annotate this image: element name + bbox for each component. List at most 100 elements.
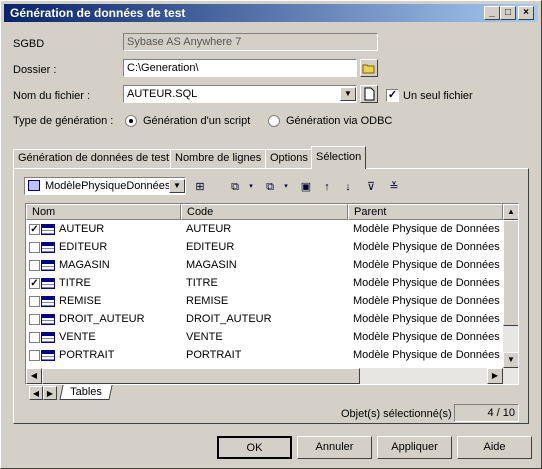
close-button[interactable]: × <box>518 6 534 20</box>
column-header-nom[interactable]: Nom <box>26 204 181 220</box>
annuler-button[interactable]: Annuler <box>297 436 372 459</box>
row-parent: Modèle Physique de Données 'M <box>353 295 503 307</box>
row-code: TITRE <box>186 277 218 289</box>
row-nom: TITRE <box>59 277 91 289</box>
sheet-tab-label: Tables <box>70 386 102 398</box>
row-checkbox[interactable] <box>29 260 40 271</box>
table-row[interactable]: EDITEUR EDITEUR Modèle Physique de Donné… <box>26 239 503 257</box>
radio-script[interactable] <box>125 115 137 127</box>
select-all-icon[interactable]: ⧉ <box>227 179 243 195</box>
row-checkbox[interactable] <box>29 350 40 361</box>
sgbd-label: SGBD <box>13 38 45 50</box>
tab-options[interactable]: Options <box>265 149 313 168</box>
row-checkbox[interactable]: ✓ <box>29 224 40 235</box>
arrow-left-icon: ◀ <box>30 371 38 380</box>
un-seul-fichier-checkbox[interactable]: ✓ <box>386 89 399 102</box>
vertical-scrollbar[interactable]: ▲ ▼ <box>503 204 518 368</box>
clear-filter-icon[interactable]: ≚ <box>386 179 402 195</box>
sort-ascending-icon[interactable]: ↑ <box>319 179 335 195</box>
tab-selection[interactable]: Sélection <box>311 146 367 169</box>
row-code: EDITEUR <box>186 241 235 253</box>
radio-odbc-label: Génération via ODBC <box>286 115 393 127</box>
dossier-label: Dossier : <box>13 64 57 76</box>
table-icon <box>41 314 55 325</box>
sheet-prev-button[interactable]: ◀ <box>29 386 43 400</box>
model-dropdown-button[interactable]: ▼ <box>169 179 185 193</box>
row-parent: Modèle Physique de Données 'M <box>353 313 503 325</box>
appliquer-button[interactable]: Appliquer <box>377 436 452 459</box>
aide-button[interactable]: Aide <box>457 436 532 459</box>
model-select[interactable]: ModèlePhysiqueDonnées <box>24 177 186 195</box>
arrow-up-icon: ▲ <box>507 207 515 216</box>
browse-folder-button[interactable] <box>360 59 378 77</box>
scroll-down-button[interactable]: ▼ <box>503 352 518 368</box>
row-nom: VENTE <box>59 331 96 343</box>
table-row[interactable]: DROIT_AUTEUR DROIT_AUTEUR Modèle Physiqu… <box>26 311 503 329</box>
table-icon <box>41 260 55 271</box>
table-row[interactable]: ✓ TITRE TITRE Modèle Physique de Données… <box>26 275 503 293</box>
type-generation-label: Type de génération : <box>13 115 114 127</box>
tab-nombre-lignes[interactable]: Nombre de lignes <box>170 149 267 168</box>
un-seul-fichier-label: Un seul fichier <box>403 90 473 102</box>
row-checkbox[interactable] <box>29 242 40 253</box>
row-code: MAGASIN <box>186 259 237 271</box>
sheet-next-button[interactable]: ▶ <box>43 386 57 400</box>
maximize-button[interactable]: □ <box>500 6 516 20</box>
row-parent: Modèle Physique de Données 'M <box>353 331 503 343</box>
scroll-up-button[interactable]: ▲ <box>503 204 518 220</box>
window-title: Génération de données de test <box>10 6 186 20</box>
ok-button[interactable]: OK <box>217 436 292 459</box>
tables-grid: Nom Code Parent ✓ AUTEUR AUTEUR Modèle P… <box>25 203 519 385</box>
row-checkbox[interactable] <box>29 314 40 325</box>
arrow-down-icon: ▼ <box>507 355 515 364</box>
dossier-input[interactable]: C:\Generation\ <box>123 59 357 77</box>
model-tree-icon[interactable]: ⊞ <box>192 179 208 195</box>
row-checkbox[interactable] <box>29 296 40 307</box>
filter-icon[interactable]: ⊽ <box>363 179 379 195</box>
table-icon <box>41 350 55 361</box>
table-row[interactable]: VENTE VENTE Modèle Physique de Données '… <box>26 329 503 347</box>
arrow-right-icon: ▶ <box>46 389 54 398</box>
table-row[interactable]: MAGASIN MAGASIN Modèle Physique de Donné… <box>26 257 503 275</box>
model-icon <box>28 180 40 191</box>
row-parent: Modèle Physique de Données 'M <box>353 259 503 271</box>
title-bar[interactable]: Génération de données de test _ □ × <box>4 4 538 22</box>
row-nom: AUTEUR <box>59 223 105 235</box>
table-icon <box>41 332 55 343</box>
fichier-value: AUTEUR.SQL <box>127 88 198 100</box>
radio-odbc[interactable] <box>268 115 280 127</box>
row-parent: Modèle Physique de Données 'M <box>353 223 503 235</box>
scroll-left-button[interactable]: ◀ <box>26 368 42 384</box>
horizontal-scrollbar[interactable]: ◀ ▶ <box>26 368 518 384</box>
document-icon <box>364 87 375 101</box>
tab-generation[interactable]: Génération de données de test <box>13 149 175 168</box>
column-header-code[interactable]: Code <box>181 204 348 220</box>
table-row[interactable]: REMISE REMISE Modèle Physique de Données… <box>26 293 503 311</box>
file-properties-button[interactable] <box>360 85 378 103</box>
sort-descending-icon[interactable]: ↓ <box>340 179 356 195</box>
row-parent: Modèle Physique de Données 'M <box>353 349 503 361</box>
minimize-button[interactable]: _ <box>484 6 500 20</box>
hscroll-thumb[interactable] <box>42 368 360 384</box>
table-row[interactable]: PORTRAIT PORTRAIT Modèle Physique de Don… <box>26 347 503 365</box>
table-row[interactable]: ✓ AUTEUR AUTEUR Modèle Physique de Donné… <box>26 221 503 239</box>
row-checkbox[interactable] <box>29 332 40 343</box>
selection-count-value: 4 / 10 <box>454 404 519 422</box>
row-code: AUTEUR <box>186 223 232 235</box>
table-icon <box>41 296 55 307</box>
row-parent: Modèle Physique de Données 'M <box>353 277 503 289</box>
invert-selection-icon[interactable]: ▣ <box>298 179 314 195</box>
scroll-right-button[interactable]: ▶ <box>487 368 503 384</box>
row-nom: PORTRAIT <box>59 349 115 361</box>
scroll-thumb[interactable] <box>503 220 518 326</box>
column-header-parent[interactable]: Parent <box>348 204 503 220</box>
sheet-tab-tables[interactable]: Tables <box>59 385 113 400</box>
row-code: PORTRAIT <box>186 349 242 361</box>
row-checkbox[interactable]: ✓ <box>29 278 40 289</box>
select-dropdown-icon[interactable]: ▾ <box>243 179 259 195</box>
fichier-dropdown-button[interactable]: ▼ <box>340 87 356 101</box>
fichier-combobox[interactable]: AUTEUR.SQL <box>123 85 357 103</box>
deselect-all-icon[interactable]: ⧉ <box>262 179 278 195</box>
table-icon <box>41 242 55 253</box>
deselect-dropdown-icon[interactable]: ▾ <box>278 179 294 195</box>
